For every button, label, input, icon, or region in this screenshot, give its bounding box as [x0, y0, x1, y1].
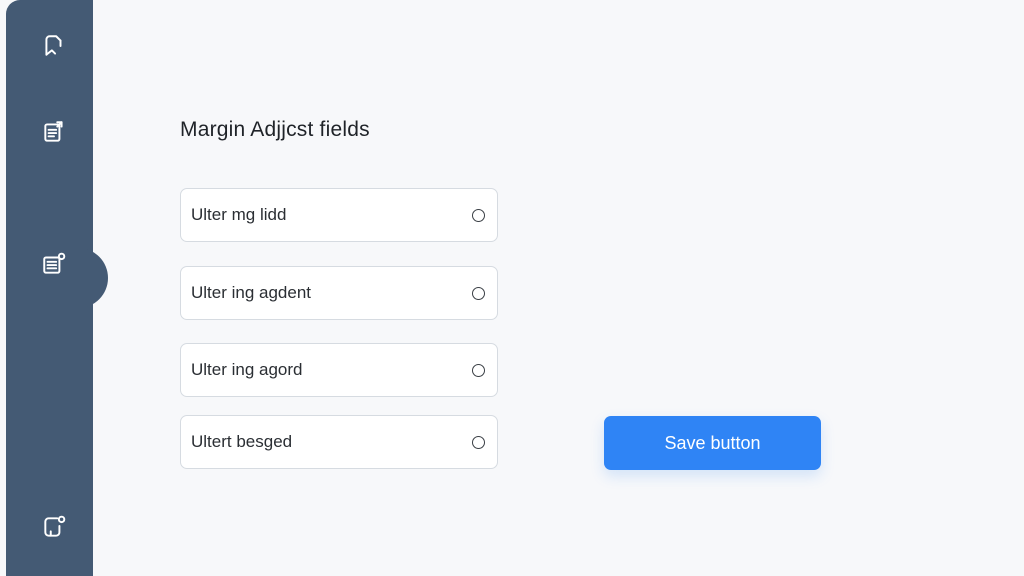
field-label: Ulter ing agdent [191, 283, 312, 302]
field-label: Ulter ing agord [191, 360, 303, 379]
main-panel: Margin Adjjcst fields Ulter mg lidd Ulte… [93, 0, 1024, 576]
bookmark-arrow-icon [45, 35, 62, 56]
list-settings-icon [43, 252, 66, 274]
document-edit-icon [44, 121, 63, 142]
radio-button[interactable] [472, 363, 485, 377]
radio-button[interactable] [472, 286, 485, 300]
page-title: Margin Adjjcst fields [180, 118, 370, 141]
square-badge-icon [44, 515, 66, 537]
margin-field-3[interactable]: Ulter ing agord [180, 343, 498, 397]
sidebar-item-account[interactable] [32, 505, 76, 549]
radio-button[interactable] [472, 208, 485, 222]
margin-field-1[interactable]: Ulter mg lidd [180, 188, 498, 242]
save-button[interactable]: Save button [604, 416, 821, 470]
sidebar-item-bookmark[interactable] [32, 24, 76, 68]
radio-button[interactable] [472, 435, 485, 449]
field-label: Ulter mg lidd [191, 205, 287, 224]
field-label: Ultert besged [191, 432, 293, 451]
margin-field-2[interactable]: Ulter ing agdent [180, 266, 498, 320]
margin-field-4[interactable]: Ultert besged [180, 415, 498, 469]
sidebar-item-fields[interactable] [32, 242, 76, 286]
sidebar [6, 0, 108, 576]
app-window: Margin Adjjcst fields Ulter mg lidd Ulte… [0, 0, 1024, 576]
sidebar-item-documents[interactable] [32, 110, 76, 154]
